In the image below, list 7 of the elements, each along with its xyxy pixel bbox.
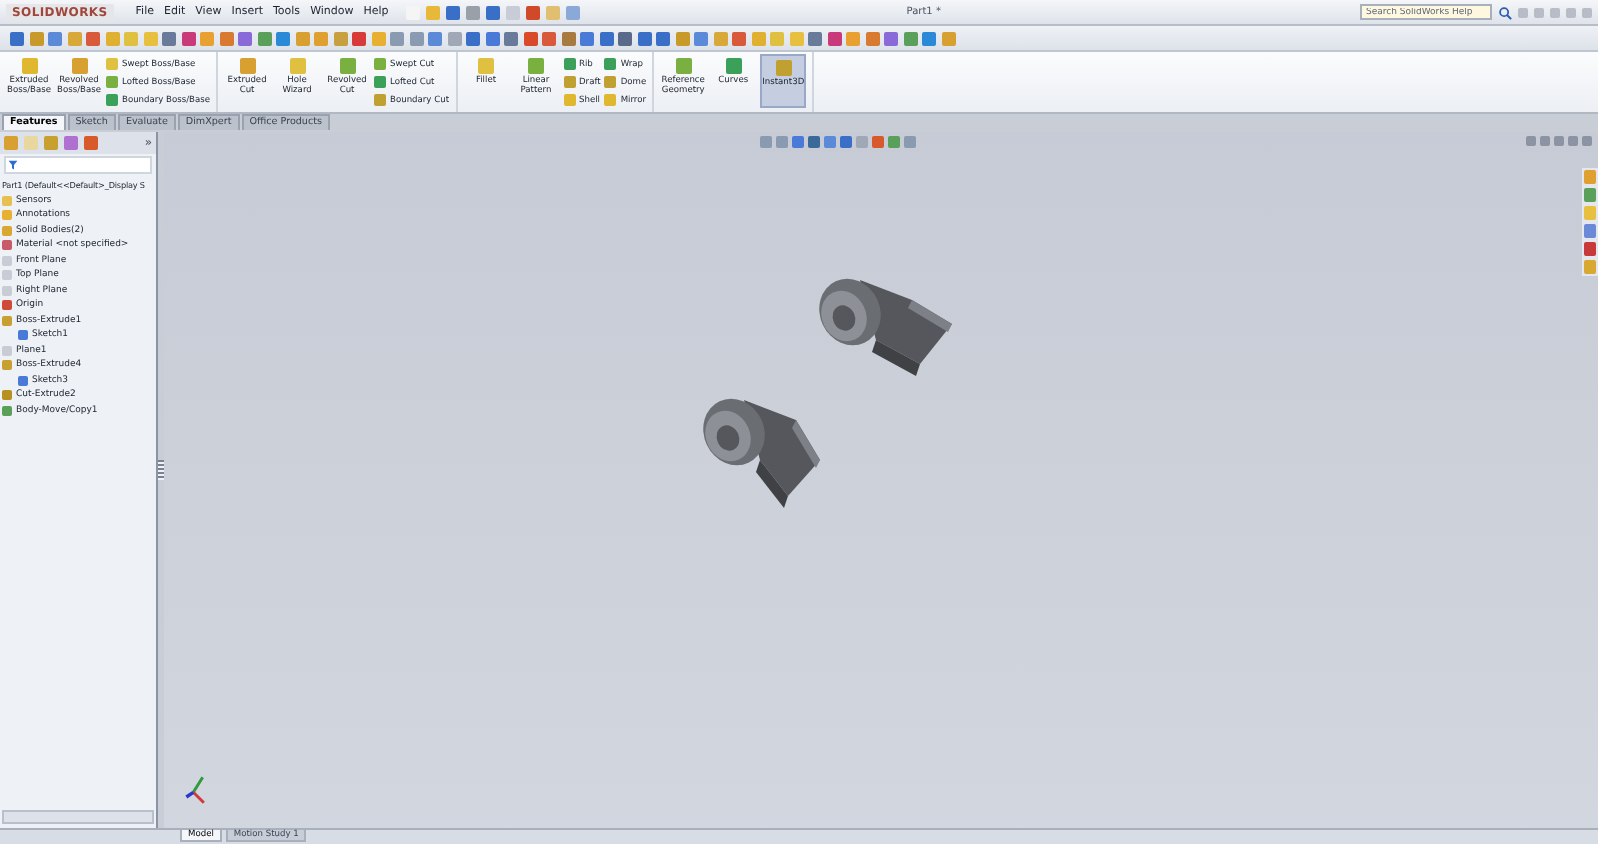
filter-icon[interactable]	[8, 160, 18, 170]
search-icon[interactable]	[1498, 5, 1512, 19]
splitter-handle[interactable]	[158, 460, 164, 480]
minimize-icon[interactable]	[1534, 7, 1544, 17]
close-icon[interactable]	[1582, 7, 1592, 17]
help-icon[interactable]	[1518, 7, 1528, 17]
scrollbar[interactable]	[2, 810, 154, 824]
